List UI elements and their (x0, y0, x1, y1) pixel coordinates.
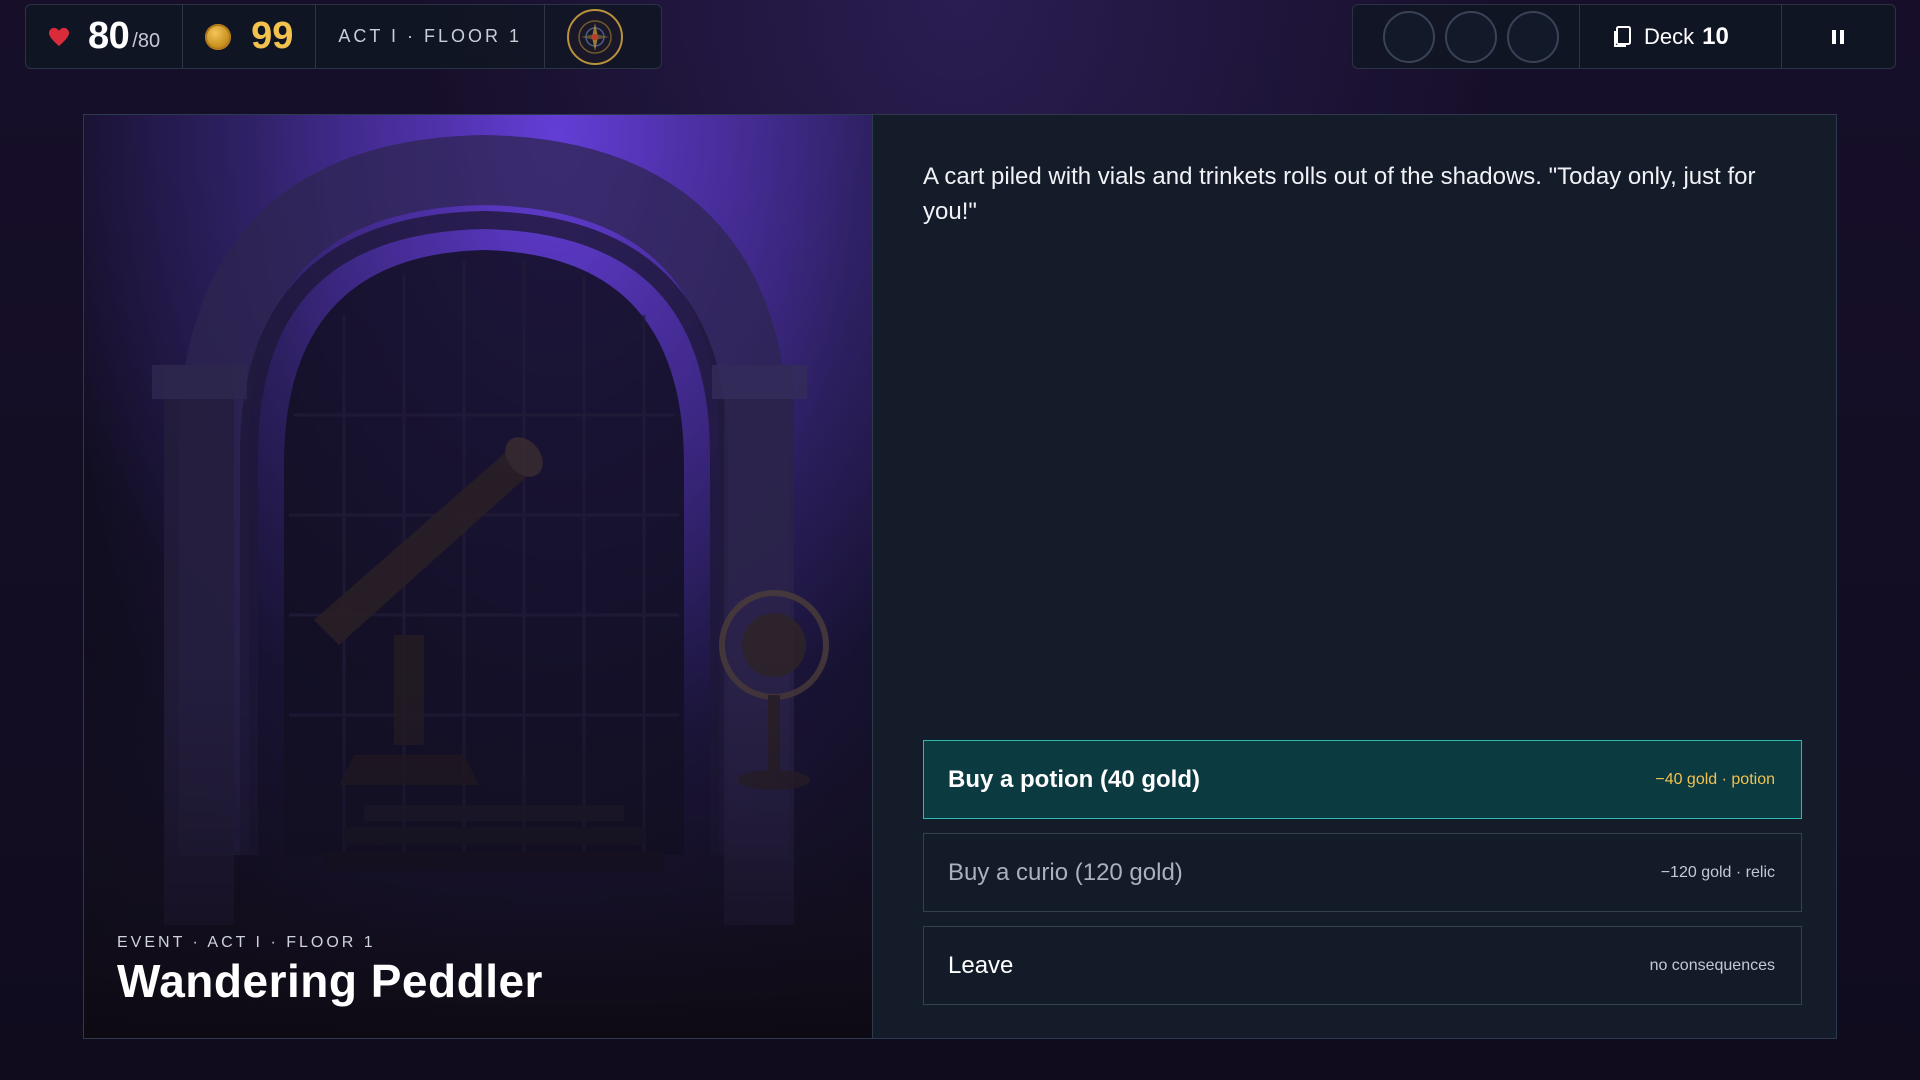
hp-value: 80 (88, 15, 130, 57)
compass-icon (578, 19, 612, 54)
gold-value: 99 (251, 15, 294, 57)
choice-list: Buy a potion (40 gold) −40 gold · potion… (923, 740, 1802, 1019)
choice-label: Buy a potion (40 gold) (948, 765, 1200, 793)
dungeon-arch-art (84, 115, 872, 1038)
pause-icon (1830, 29, 1846, 44)
event-panel: EVENT · ACT I · FLOOR 1 Wandering Peddle… (83, 114, 1837, 1039)
choice-buy-potion[interactable]: Buy a potion (40 gold) −40 gold · potion (923, 740, 1802, 819)
relic-slot[interactable] (1383, 10, 1435, 63)
floor-label: ACT I · FLOOR 1 (338, 26, 523, 46)
status-bar: 80 /80 99 ACT I · FLOOR 1 (25, 4, 662, 69)
pause-button[interactable] (1782, 5, 1895, 68)
choice-leave[interactable]: Leave no consequences (923, 926, 1802, 1005)
event-description: A cart piled with vials and trinkets rol… (923, 163, 1756, 225)
event-illustration: EVENT · ACT I · FLOOR 1 Wandering Peddle… (84, 115, 873, 1038)
event-title: Wandering Peddler (117, 955, 543, 1007)
map-segment (545, 5, 645, 68)
choice-label: Leave (948, 951, 1014, 979)
location-display: ACT I · FLOOR 1 (316, 5, 546, 68)
deck-bar: Deck 10 (1352, 4, 1896, 69)
choice-effect: no consequences (1649, 956, 1775, 974)
hp-display: 80 /80 (26, 5, 184, 68)
choice-effect: −120 gold · relic (1660, 863, 1775, 881)
event-tag: EVENT · ACT I · FLOOR 1 (117, 934, 376, 951)
relic-slots (1353, 5, 1580, 68)
event-text-pane: A cart piled with vials and trinkets rol… (873, 115, 1836, 1038)
relic-slot[interactable] (1445, 10, 1497, 63)
map-button[interactable] (567, 8, 624, 65)
event-caption: EVENT · ACT I · FLOOR 1 Wandering Peddle… (117, 934, 543, 1008)
choice-effect: −40 gold · potion (1655, 770, 1775, 788)
deck-button[interactable]: Deck 10 (1580, 5, 1782, 68)
choice-buy-curio[interactable]: Buy a curio (120 gold) −120 gold · relic (923, 833, 1802, 912)
coin-icon (205, 23, 232, 50)
deck-count: 10 (1702, 22, 1729, 50)
choice-label: Buy a curio (120 gold) (948, 858, 1183, 886)
relic-slot[interactable] (1507, 10, 1559, 63)
deck-label: Deck (1644, 23, 1695, 49)
gold-display: 99 (183, 5, 317, 68)
cards-icon (1614, 25, 1631, 47)
hp-max: /80 (132, 30, 161, 52)
heart-icon (49, 27, 69, 46)
